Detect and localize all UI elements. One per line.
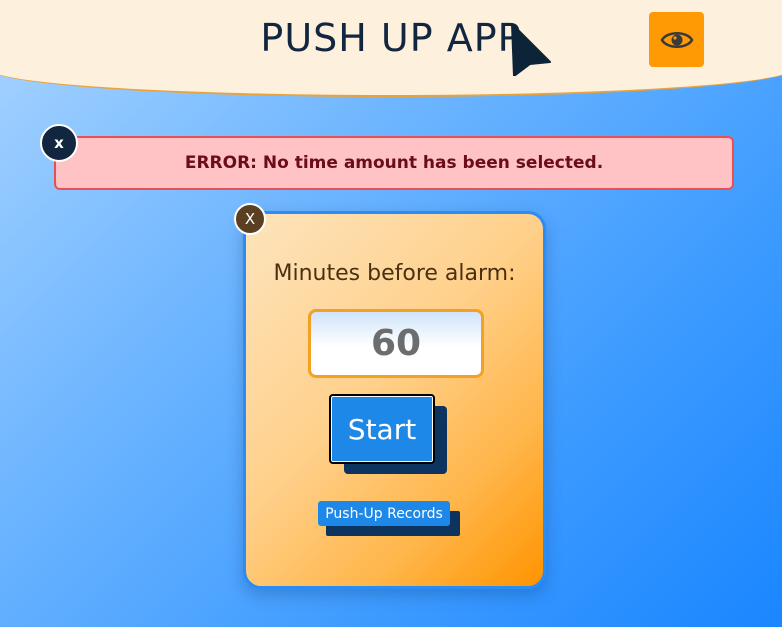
eye-icon: [660, 31, 693, 48]
timer-card: Minutes before alarm: 60 Start Push-Up R…: [243, 211, 546, 589]
minutes-label: Minutes before alarm:: [273, 261, 516, 286]
toggle-visibility-button[interactable]: [649, 12, 704, 67]
error-message: ERROR: No time amount has been selected.: [184, 153, 604, 173]
mouse-cursor-icon: [511, 23, 551, 76]
push-up-records-button[interactable]: Push-Up Records: [318, 501, 450, 526]
close-error-button[interactable]: x: [40, 124, 78, 162]
minutes-input[interactable]: 60: [308, 309, 484, 378]
start-button[interactable]: Start: [329, 394, 435, 464]
close-card-button[interactable]: X: [234, 203, 266, 235]
error-banner: ERROR: No time amount has been selected.: [54, 136, 734, 190]
